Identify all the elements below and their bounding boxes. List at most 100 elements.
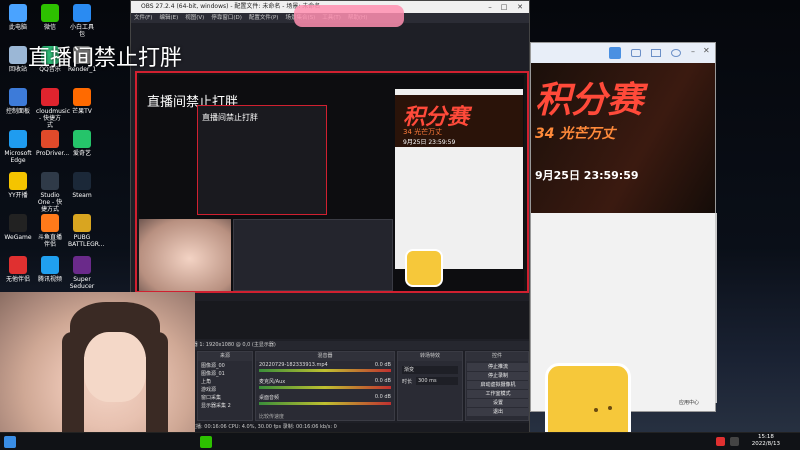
source-item[interactable]: 图像源_00 (198, 362, 252, 370)
desktop-shortcut[interactable]: 小白工具包 (68, 4, 96, 38)
desktop-shortcut-label: PUBG BATTLEGR... (68, 234, 105, 248)
close-icon[interactable]: ✕ (703, 46, 710, 55)
speaker-icon[interactable] (730, 437, 739, 446)
control-button[interactable]: 停止录制 (467, 372, 529, 380)
desktop-shortcut[interactable]: 无他伴侣 (4, 256, 32, 283)
app-icon (9, 130, 27, 148)
obs-title: OBS 27.2.4 (64-bit, windows) - 配置文件: 未命名… (141, 3, 321, 10)
transitions-dock: 转场特效 渐变 时长 300 ms (397, 351, 463, 421)
menu-item[interactable]: 视图(V) (185, 15, 204, 21)
maximize-icon[interactable]: □ (497, 1, 511, 13)
obs-preview[interactable]: 积分赛 34 光芒万丈 9月25日 23:59:59 直播间禁止打胖 直播间禁止… (135, 71, 529, 293)
desktop-shortcut[interactable]: YY开播 (4, 172, 32, 199)
webcam-feed (0, 292, 195, 450)
volume-meter[interactable] (259, 386, 391, 389)
desktop-shortcut[interactable]: WeGame (4, 214, 32, 241)
source-item[interactable]: 上角 (198, 378, 252, 386)
tray-icon[interactable] (716, 437, 725, 446)
preview-banner: 积分赛 34 光芒万丈 9月25日 23:59:59 (395, 95, 523, 147)
source-item[interactable]: 窗口采集 (198, 394, 252, 402)
controls-dock: 控件 停止推流 停止录制 启动虚拟摄像机 工作室模式 设置 退出 (465, 351, 529, 421)
clock-time: 15:18 (757, 434, 774, 440)
mixer-track: 麦克风/Aux 0.0 dB (256, 378, 394, 394)
desktop-shortcut-label: 芒果TV (72, 108, 92, 115)
sources-dock: 来源 图像源_00 图像源_01 上角 游戏源 窗口采集 显示器采集 2 (197, 351, 253, 421)
home-icon[interactable] (609, 47, 621, 59)
control-button[interactable]: 设置 (467, 399, 529, 407)
decor-sticker (294, 5, 404, 27)
desktop-shortcut-label: 无他伴侣 (5, 276, 30, 283)
desktop-shortcut[interactable]: 此电脑 (4, 4, 32, 31)
mixer-track-name: 20220729-182333913.mp4 (259, 362, 328, 368)
desktop-shortcut-label: 腾讯视频 (37, 276, 62, 283)
volume-meter[interactable] (259, 369, 391, 372)
desktop-shortcut[interactable]: 微信 (36, 4, 64, 31)
desktop-shortcut[interactable]: 腾讯视频 (36, 256, 64, 283)
desktop-shortcut[interactable]: cloudmusic - 快捷方式 (36, 88, 70, 129)
cat-eye (594, 408, 598, 412)
preview-browser: 积分赛 34 光芒万丈 9月25日 23:59:59 (395, 89, 523, 269)
desktop-shortcut[interactable]: 芒果TV (68, 88, 96, 115)
preview-obs-ui (233, 219, 393, 291)
desktop-shortcut-label: Studio One - 快捷方式 (37, 192, 63, 213)
volume-meter[interactable] (259, 402, 391, 405)
user-icon[interactable] (671, 49, 681, 57)
app-icon (9, 4, 27, 22)
desktop-shortcut-label: WeGame (4, 234, 32, 241)
app-icon (73, 130, 91, 148)
webcam-face (84, 332, 146, 402)
preview-cat-sticker (405, 249, 443, 287)
menu-item[interactable]: 编辑(E) (159, 15, 178, 21)
desktop-shortcut[interactable]: Super Seducer (68, 256, 96, 290)
taskbar: 15:18 2022/8/13 (0, 432, 800, 450)
preview-banner-sub: 34 光芒万丈 (403, 128, 443, 136)
desktop-shortcut-label: 此电脑 (8, 24, 27, 31)
wechat-taskbar-icon[interactable] (200, 436, 212, 448)
source-item[interactable]: 游戏源 (198, 386, 252, 394)
desktop-shortcut[interactable]: Steam (68, 172, 96, 199)
control-button[interactable]: 工作室模式 (467, 390, 529, 398)
menu-item[interactable]: 停靠窗口(D) (211, 15, 242, 21)
desktop-shortcut[interactable]: Microsoft Edge (4, 130, 32, 164)
desktop-shortcut-label: ProDriver... (36, 150, 70, 157)
app-icon (41, 172, 59, 190)
desktop-shortcut[interactable]: PUBG BATTLEGR... (68, 214, 105, 248)
cat-eye (608, 406, 612, 410)
control-button[interactable]: 停止推流 (467, 363, 529, 371)
app-icon (41, 214, 59, 232)
controls-header: 控件 (466, 352, 528, 361)
desktop-shortcut[interactable]: 斗鱼直播伴侣 (36, 214, 64, 248)
menu-item[interactable]: 配置文件(P) (249, 15, 279, 21)
event-banner[interactable]: 积分赛 34 光芒万丈 9月25日 23:59:59 (531, 63, 715, 213)
transition-select[interactable]: 渐变 (402, 366, 458, 374)
desktop-shortcut-label: 斗鱼直播伴侣 (37, 234, 62, 248)
taskbar-clock[interactable]: 15:18 2022/8/13 (752, 434, 780, 448)
close-icon[interactable]: ✕ (513, 1, 527, 13)
desktop-shortcut[interactable]: Studio One - 快捷方式 (36, 172, 64, 213)
transitions-header: 转场特效 (398, 352, 462, 361)
minimize-icon[interactable]: – (483, 1, 497, 13)
scrollbar[interactable] (715, 213, 717, 403)
app-icon (9, 214, 27, 232)
app-icon (73, 256, 91, 274)
app-icon (73, 214, 91, 232)
mixer-track-level: 0.0 dB (374, 394, 391, 400)
browser-footer[interactable]: 应用中心 (679, 399, 699, 406)
source-item[interactable]: 显示器采集 2 (198, 402, 252, 410)
app-icon (73, 4, 91, 22)
desktop-shortcut[interactable]: ProDriver... (36, 130, 70, 157)
transition-duration-input[interactable]: 300 ms (416, 377, 458, 385)
grid-icon[interactable] (651, 49, 661, 57)
desktop-shortcut-label: cloudmusic - 快捷方式 (36, 108, 70, 129)
control-button[interactable]: 退出 (467, 408, 529, 416)
app-icon (41, 88, 59, 106)
source-item[interactable]: 图像源_01 (198, 370, 252, 378)
desktop-shortcut[interactable]: 控制面板 (4, 88, 32, 115)
desktop-shortcut-label: 控制面板 (5, 108, 30, 115)
gamepad-icon[interactable] (631, 49, 641, 57)
minimize-icon[interactable]: – (691, 47, 695, 56)
control-button[interactable]: 启动虚拟摄像机 (467, 381, 529, 389)
menu-item[interactable]: 文件(F) (134, 15, 152, 21)
desktop-shortcut[interactable]: 爱奇艺 (68, 130, 96, 157)
start-icon[interactable] (4, 436, 16, 448)
